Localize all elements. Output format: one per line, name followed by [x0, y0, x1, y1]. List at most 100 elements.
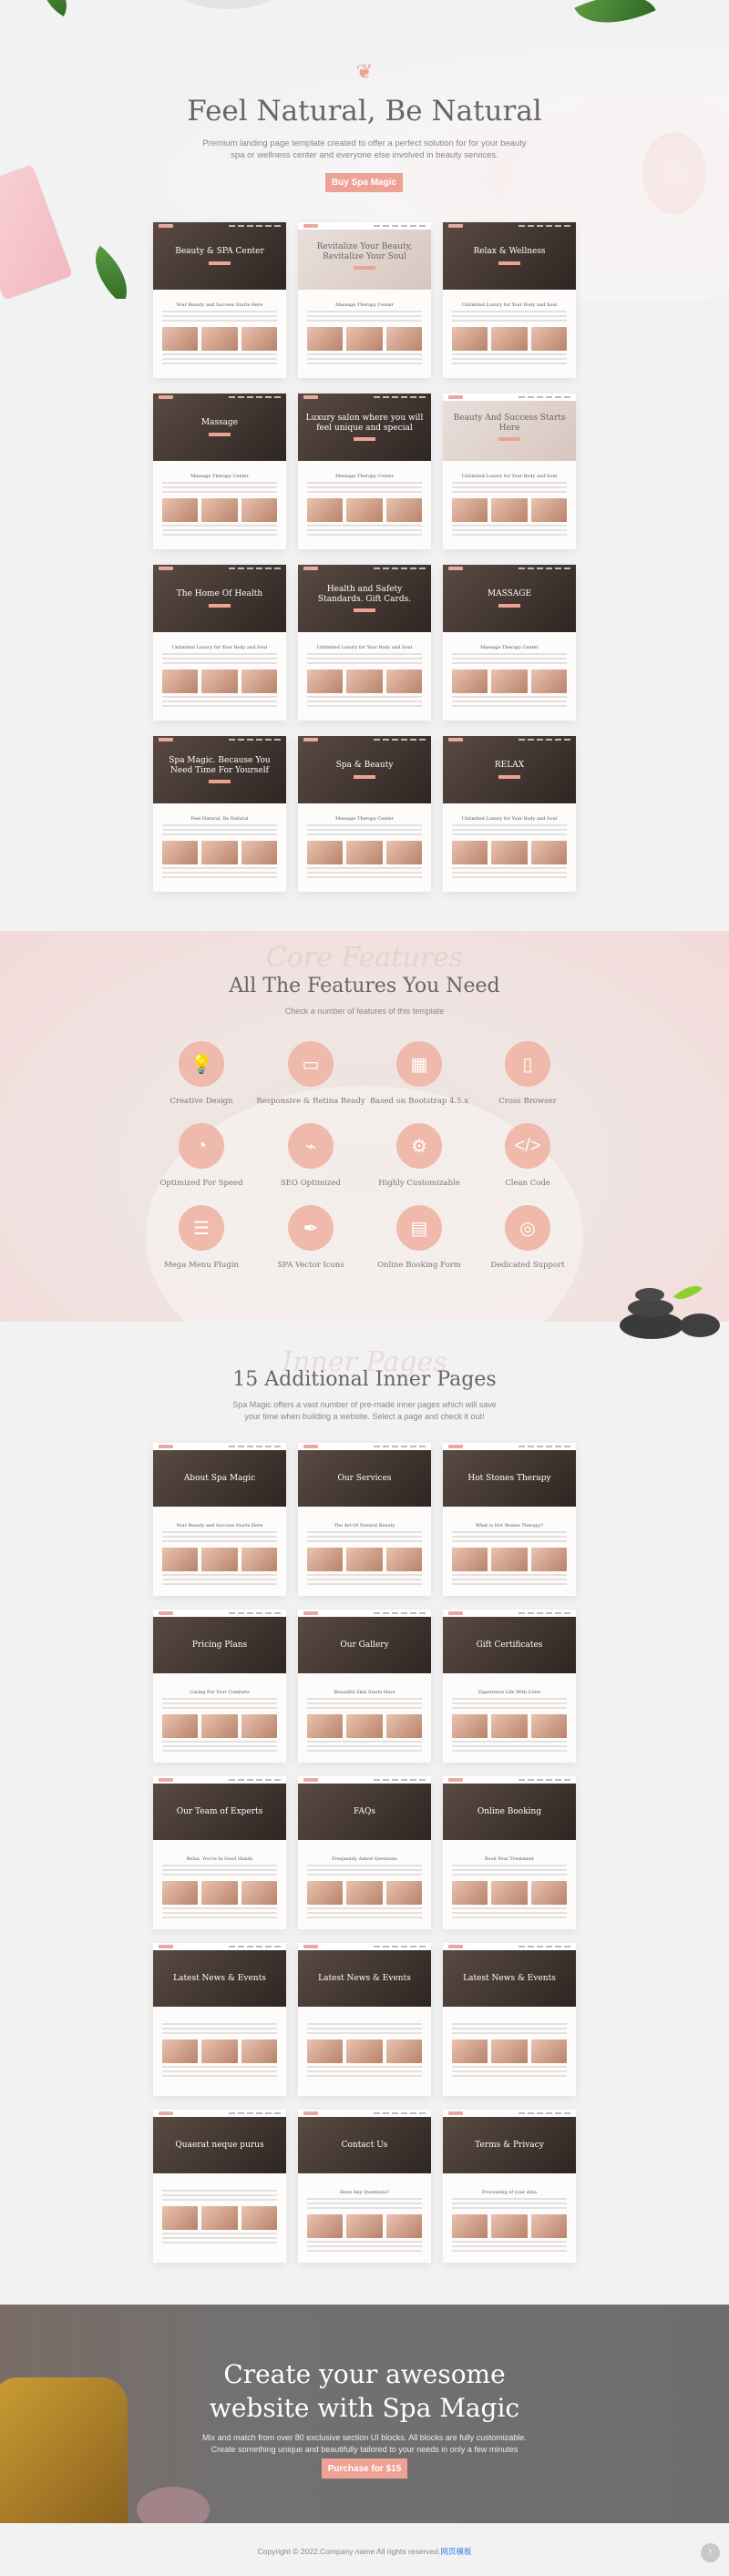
thumbnail-text-lines: [452, 824, 567, 835]
thumbnail-hero: Revitalize Your Beauty, Revitalize Your …: [298, 222, 431, 290]
demo-thumbnail[interactable]: The Home Of Health Unlimited Luxury for Y…: [153, 565, 286, 721]
inner-page-thumbnail[interactable]: FAQs Frequently Asked Questions: [298, 1776, 431, 1929]
cta-desc: Mix and match from over 80 exclusive sec…: [0, 2432, 729, 2456]
leaf-decoration: [574, 0, 656, 42]
inner-page-thumbnail[interactable]: Pricing Plans Caring For Your Comforts: [153, 1610, 286, 1763]
inner-page-thumbnail[interactable]: Our Team of Experts Relax, You're In Good…: [153, 1776, 286, 1929]
purchase-button[interactable]: Purchase for $15: [322, 2458, 407, 2479]
thumbnail-logo: [303, 395, 318, 399]
inner-page-thumbnail[interactable]: Contact Us Have Any Questions?: [298, 2110, 431, 2263]
thumbnail-text-lines: [452, 2023, 567, 2034]
thumbnail-hero-button: [209, 261, 231, 265]
thumbnail-hero-button: [498, 774, 520, 779]
thumbnail-nav: [153, 2110, 286, 2117]
thumbnail-title: FAQs: [354, 1806, 375, 1816]
thumbnail-section-title: Your Beauty and Success Starts Here: [176, 302, 263, 308]
thumbnail-logo: [448, 395, 463, 399]
inner-page-thumbnail[interactable]: Online Booking Book Your Treatment: [443, 1776, 576, 1929]
thumbnail-images: [307, 1714, 422, 1738]
thumbnail-nav-links: [229, 1446, 281, 1447]
thumbnail-images: [307, 498, 422, 522]
inner-page-thumbnail[interactable]: Latest News & Events: [153, 1943, 286, 2096]
thumbnail-hero-button: [354, 265, 375, 270]
hero-subtitle-line: spa or wellness center and everyone else…: [231, 150, 498, 160]
thumbnail-hero: Contact Us: [298, 2117, 431, 2173]
thumbnail-text-lines: [307, 653, 422, 664]
inner-page-thumbnail[interactable]: Latest News & Events: [443, 1943, 576, 2096]
thumbnail-logo: [159, 738, 173, 741]
features-title: All The Features You Need: [229, 975, 500, 997]
demo-thumbnail[interactable]: Beauty & SPA Center Your Beauty and Succe…: [153, 222, 286, 378]
thumbnail-logo: [159, 1778, 173, 1782]
thumbnail-body: Beautiful Skin Starts Here: [298, 1681, 431, 1760]
demo-thumbnail[interactable]: Spa Magic. Because You Need Time For You…: [153, 736, 286, 892]
back-to-top-button[interactable]: ↑: [701, 2543, 720, 2562]
demo-thumbnail[interactable]: Health and Safety Standards. Gift Cards.…: [298, 565, 431, 721]
template-link[interactable]: 网页模板: [440, 2547, 471, 2556]
inner-page-thumbnail[interactable]: Quaerat neque purus: [153, 2110, 286, 2263]
inner-page-thumbnail[interactable]: Our Services The Art Of Natural Beauty: [298, 1443, 431, 1596]
demo-thumbnail[interactable]: Relax & Wellness Unlimited Luxury for You…: [443, 222, 576, 378]
thumbnail-text-lines: [452, 696, 567, 707]
inner-page-thumbnail[interactable]: Gift Certificates Experience Life With Co…: [443, 1610, 576, 1763]
thumbnail-nav: [153, 1943, 286, 1950]
inner-page-thumbnail[interactable]: Latest News & Events: [298, 1943, 431, 2096]
thumbnail-section-title: Book Your Treatment: [485, 1856, 534, 1862]
demo-thumbnail[interactable]: MASSAGE Massage Therapy Center: [443, 565, 576, 721]
thumbnail-nav-links: [519, 1779, 570, 1781]
thumbnail-text-lines: [162, 353, 277, 364]
thumbnail-title: The Home Of Health: [176, 589, 263, 599]
inner-page-thumbnail[interactable]: About Spa Magic Your Beauty and Success S…: [153, 1443, 286, 1596]
demo-thumbnail[interactable]: Luxury salon where you will feel unique …: [298, 394, 431, 549]
thumbnail-text-lines: [452, 525, 567, 536]
demo-thumbnail[interactable]: Spa & Beauty Massage Therapy Center: [298, 736, 431, 892]
lightbulb-icon: 💡: [179, 1041, 224, 1087]
thumbnail-logo: [159, 2111, 173, 2115]
thumbnail-nav-links: [229, 225, 281, 227]
buy-spa-magic-button[interactable]: Buy Spa Magic: [325, 173, 403, 192]
thumbnail-section-title: What is Hot Stones Therapy?: [475, 1523, 544, 1528]
thumbnail-images: [162, 841, 277, 864]
thumbnail-hero: Our Team of Experts: [153, 1784, 286, 1840]
thumbnail-body: Unlimited Luxury for Your Body and Soul: [443, 465, 576, 544]
demo-thumbnail[interactable]: RELAX Unlimited Luxury for Your Body and …: [443, 736, 576, 892]
copyright: Copyright © 2022.Company name All rights…: [0, 2546, 729, 2557]
features-section: Core Features All The Features You Need …: [0, 931, 729, 1322]
demo-thumbnail[interactable]: Massage Massage Therapy Center: [153, 394, 286, 549]
demo-thumbnail[interactable]: Revitalize Your Beauty, Revitalize Your …: [298, 222, 431, 378]
thumbnail-logo: [303, 1945, 318, 1948]
thumbnail-section-title: Massage Therapy Center: [190, 474, 249, 479]
thumbnail-nav-links: [229, 1779, 281, 1781]
thumbnail-title: Online Booking: [477, 1806, 542, 1816]
thumbnail-nav-links: [229, 739, 281, 741]
thumbnail-text-lines: [162, 1531, 277, 1542]
thumbnail-nav-links: [519, 1446, 570, 1447]
thumbnail-nav: [443, 1610, 576, 1617]
thumbnail-nav: [153, 222, 286, 230]
demo-thumbnail[interactable]: Beauty And Success Starts Here Unlimited …: [443, 394, 576, 549]
thumbnail-nav: [298, 222, 431, 230]
thumbnail-hero-button: [498, 261, 520, 265]
inner-pages-desc: Spa Magic offers a vast number of pre-ma…: [0, 1399, 729, 1423]
thumbnail-nav: [298, 1610, 431, 1617]
thumbnail-hero: MASSAGE: [443, 565, 576, 632]
feature-label: Optimized For Speed: [159, 1179, 243, 1188]
arrow-up-icon: ↑: [707, 2547, 714, 2558]
thumbnail-logo: [303, 1445, 318, 1448]
inner-page-thumbnail[interactable]: Our Gallery Beautiful Skin Starts Here: [298, 1610, 431, 1763]
thumbnail-nav: [443, 1776, 576, 1784]
thumbnail-images: [307, 1548, 422, 1571]
thumbnail-hero: Quaerat neque purus: [153, 2117, 286, 2173]
inner-page-thumbnail[interactable]: Hot Stones Therapy What is Hot Stones The…: [443, 1443, 576, 1596]
thumbnail-logo: [448, 1778, 463, 1782]
thumbnail-text-lines: [162, 2190, 277, 2201]
thumbnail-section-title: The Art Of Natural Beauty: [334, 1523, 395, 1528]
thumbnail-logo: [303, 1611, 318, 1615]
spa-ball-background: [146, 1086, 583, 1322]
thumbnail-nav-links: [374, 225, 426, 227]
inner-page-thumbnail[interactable]: Terms & Privacy Processing of your data: [443, 2110, 576, 2263]
thumbnail-title: Beauty & SPA Center: [175, 247, 264, 257]
thumbnail-logo: [303, 738, 318, 741]
thumbnail-hero: FAQs: [298, 1784, 431, 1840]
leaf-decoration: [80, 245, 142, 299]
